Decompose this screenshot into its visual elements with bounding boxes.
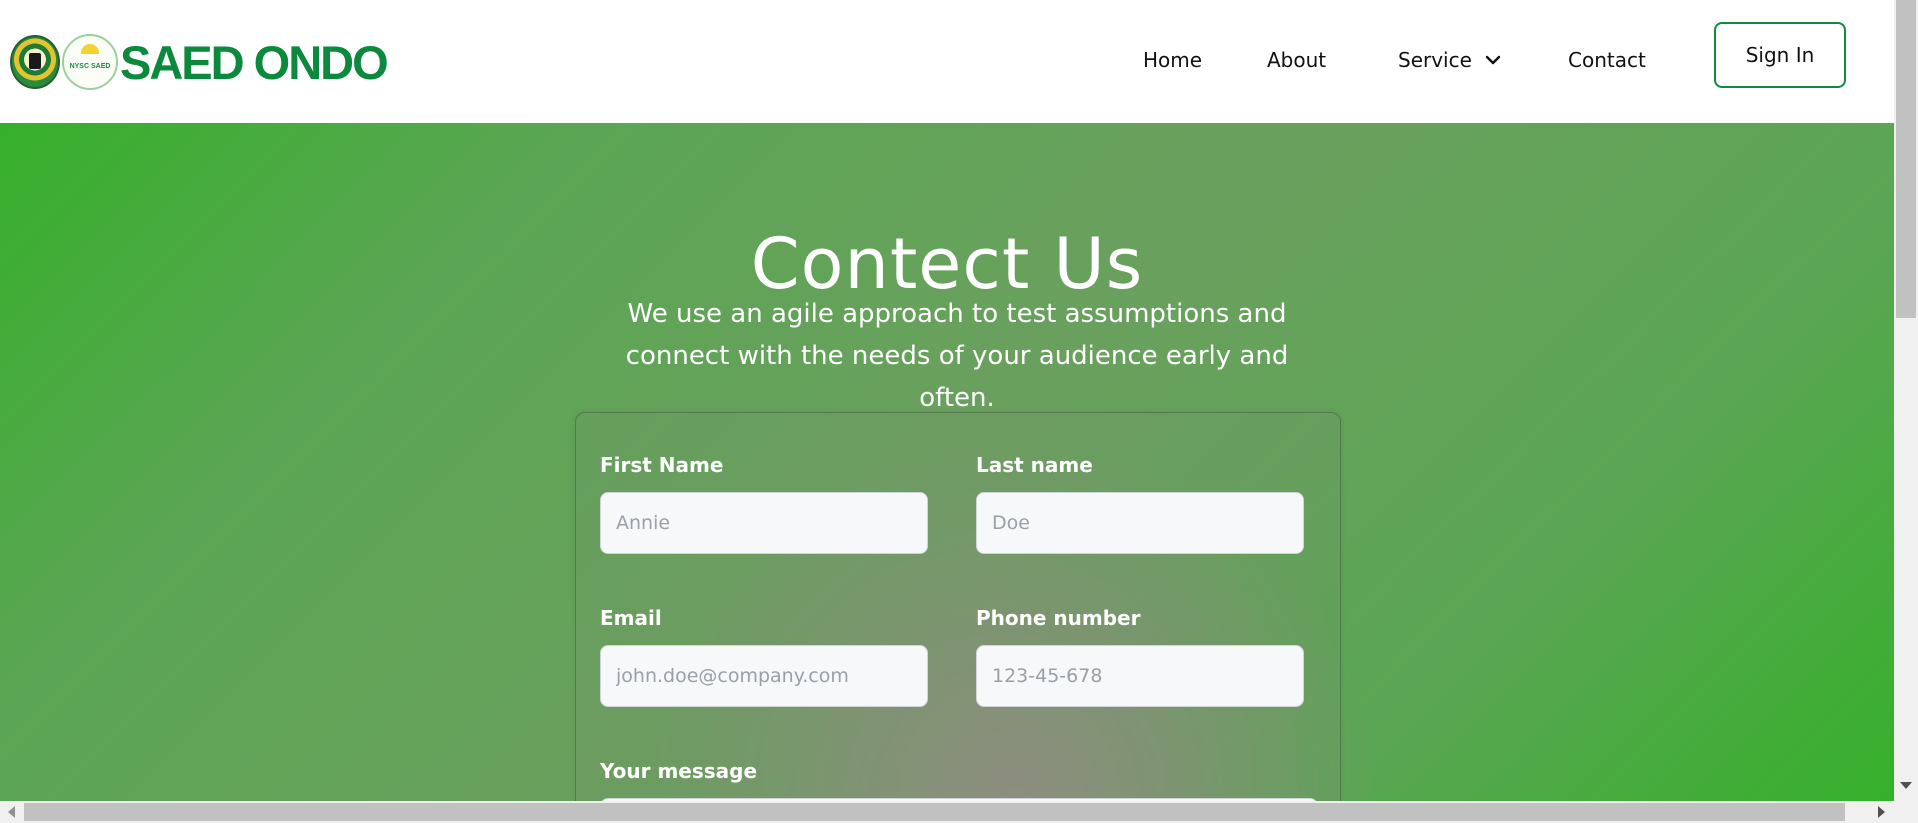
scroll-right-arrow-icon[interactable] xyxy=(1878,806,1885,818)
page-subtitle: We use an agile approach to test assumpt… xyxy=(625,299,1289,413)
scroll-left-arrow-icon[interactable] xyxy=(8,806,15,818)
first-name-label: First Name xyxy=(600,453,724,477)
email-input[interactable] xyxy=(600,645,928,707)
sign-in-button[interactable]: Sign In xyxy=(1714,22,1846,88)
horizontal-scrollbar[interactable] xyxy=(0,801,1894,823)
vertical-scrollbar[interactable] xyxy=(1894,0,1918,801)
horizontal-scroll-thumb[interactable] xyxy=(24,803,1845,821)
phone-input[interactable] xyxy=(976,645,1304,707)
contact-form: First Name Last name Email Phone number … xyxy=(575,412,1341,801)
scrollbar-corner xyxy=(1894,801,1918,823)
contact-hero: Contect Us We use an agile approach to t… xyxy=(0,123,1894,801)
last-name-input[interactable] xyxy=(976,492,1304,554)
nav-about-link[interactable]: About xyxy=(1267,48,1326,72)
first-name-input[interactable] xyxy=(600,492,928,554)
scroll-down-arrow-icon[interactable] xyxy=(1900,782,1912,789)
phone-label: Phone number xyxy=(976,606,1141,630)
nav-contact-link[interactable]: Contact xyxy=(1568,48,1646,72)
page: NYSC SAED SAED ONDO Home About Service C… xyxy=(0,0,1894,801)
message-label: Your message xyxy=(600,759,758,783)
last-name-label: Last name xyxy=(976,453,1093,477)
vertical-scroll-thumb[interactable] xyxy=(1896,0,1916,318)
nav-service-label: Service xyxy=(1398,48,1472,72)
chevron-down-icon xyxy=(1485,55,1501,65)
main-nav: Home About Service Contact Sign In xyxy=(0,0,1894,123)
nav-home-link[interactable]: Home xyxy=(1143,48,1202,72)
email-label: Email xyxy=(600,606,662,630)
site-header: NYSC SAED SAED ONDO Home About Service C… xyxy=(0,0,1894,123)
nav-service-dropdown[interactable]: Service xyxy=(1398,48,1502,72)
seal-text: NYSC SAED xyxy=(69,62,111,70)
